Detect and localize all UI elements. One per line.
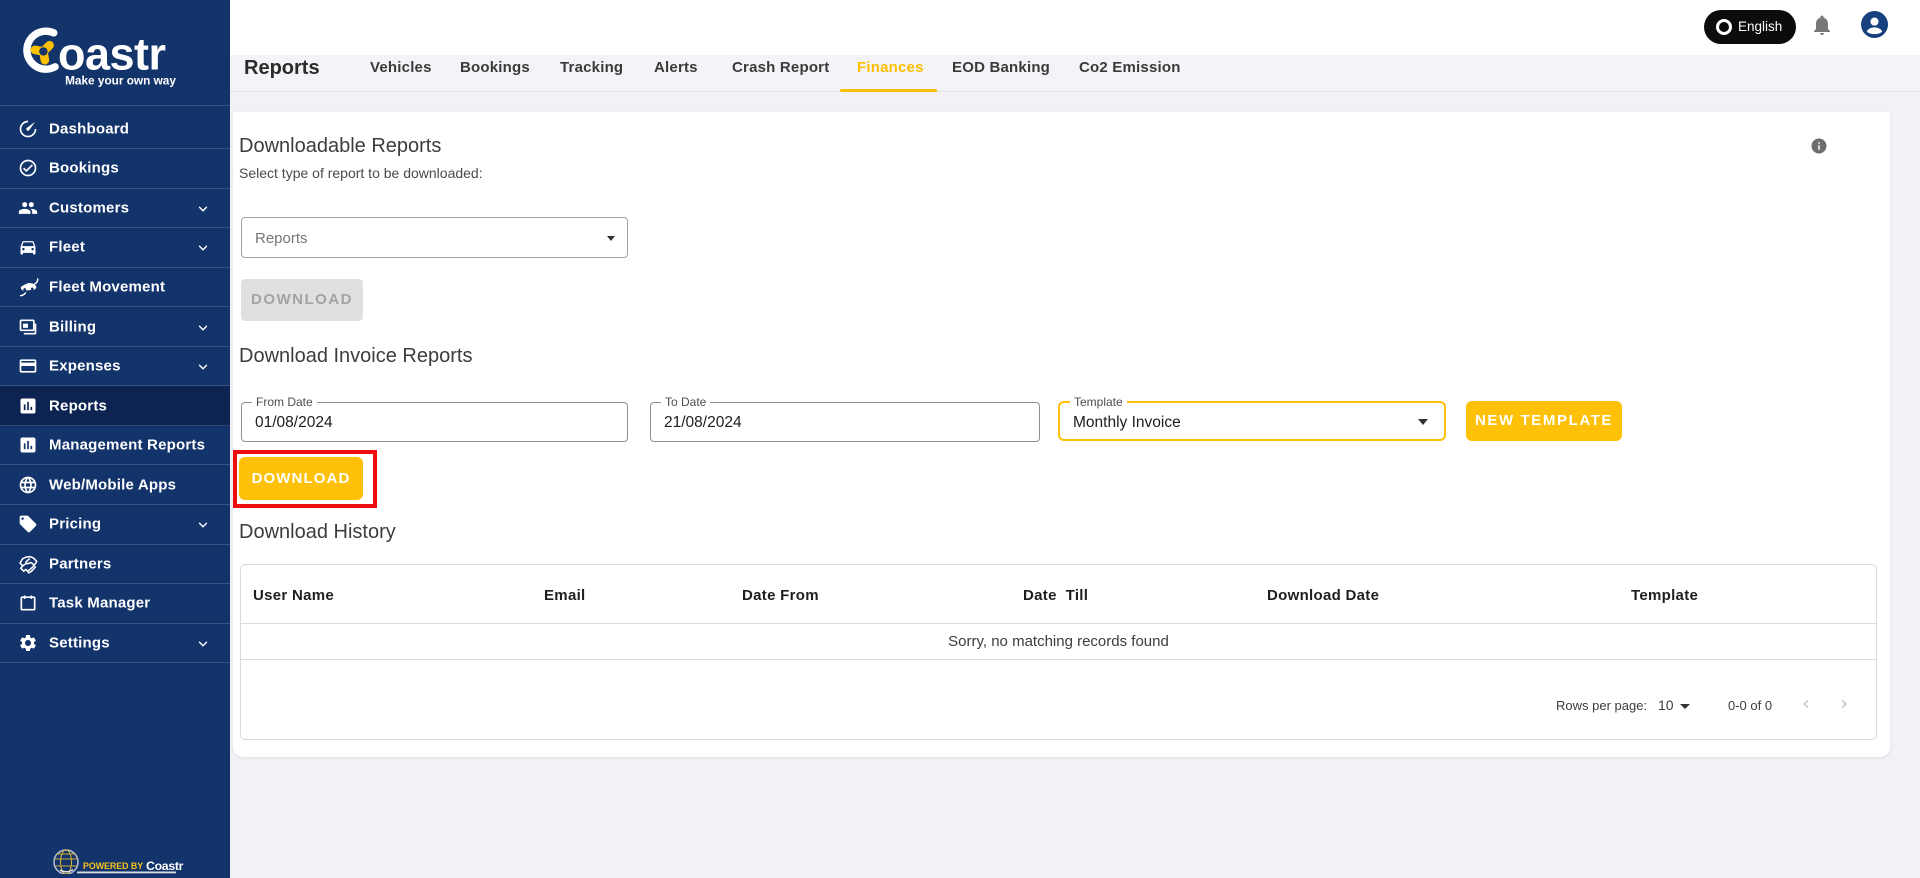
svg-text:Make your own way: Make your own way [65,74,176,88]
svg-text:Coastr: Coastr [146,859,184,873]
svg-text:oastr: oastr [58,29,166,80]
svg-text:POWERED BY: POWERED BY [83,861,143,871]
